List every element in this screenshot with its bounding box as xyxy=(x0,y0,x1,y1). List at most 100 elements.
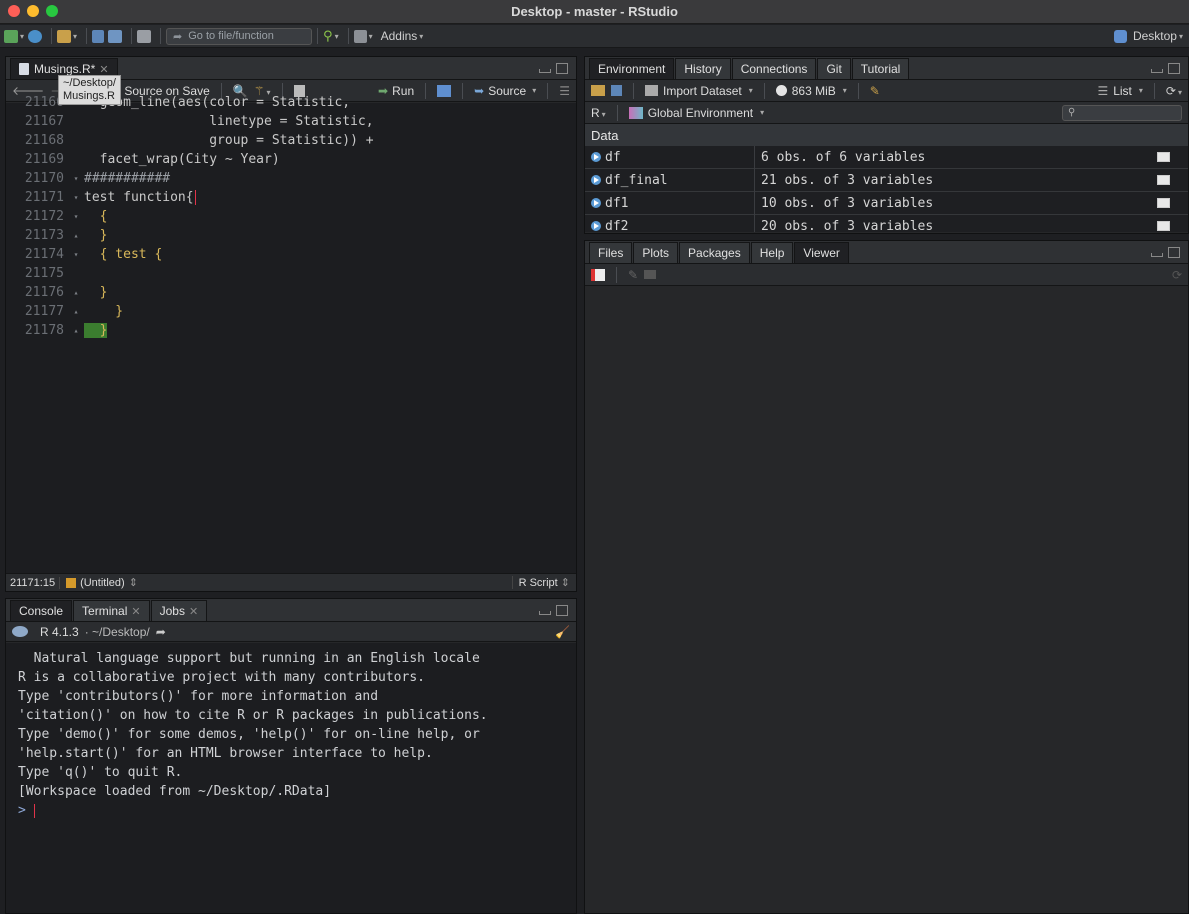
minimize-window-button[interactable] xyxy=(27,5,39,17)
view-table-icon[interactable] xyxy=(1157,152,1170,162)
close-window-button[interactable] xyxy=(8,5,20,17)
filetype-menu[interactable]: R Script ⇕ xyxy=(511,576,576,589)
clear-console-icon[interactable]: 🧹 xyxy=(555,625,570,639)
code-line: 21167 linetype = Statistic, xyxy=(24,114,374,129)
go-to-directory-icon[interactable]: ➦ xyxy=(156,625,166,639)
new-project-button[interactable] xyxy=(28,28,43,45)
search-icon: ⚲ xyxy=(1068,107,1076,118)
minimize-pane-icon[interactable] xyxy=(539,69,551,73)
pie-icon xyxy=(775,85,787,96)
console-line: Type 'q()' to quit R. xyxy=(18,765,183,780)
maximize-pane-icon[interactable] xyxy=(1168,63,1180,74)
expand-icon[interactable] xyxy=(591,152,601,162)
close-icon[interactable]: ✕ xyxy=(131,605,140,618)
new-file-button[interactable]: ▾ xyxy=(4,28,24,45)
console-toolbar: R 4.1.3 · ~/Desktop/ ➦ 🧹 xyxy=(6,622,576,642)
code-line: 21177 ▴ } xyxy=(24,304,124,319)
environment-table: df 6 obs. of 6 variables df_final 21 obs. … xyxy=(585,146,1188,232)
open-file-button[interactable]: ▾ xyxy=(57,28,77,45)
expand-icon[interactable] xyxy=(591,221,601,231)
print-icon[interactable] xyxy=(137,28,152,45)
text-cursor xyxy=(33,803,35,818)
code-line: 21169 facet_wrap(City ~ Year) xyxy=(24,152,280,167)
tab-jobs[interactable]: Jobs ✕ xyxy=(150,600,208,621)
tab-connections[interactable]: Connections xyxy=(731,58,817,79)
tab-environment[interactable]: Environment xyxy=(589,58,675,79)
import-dataset-button[interactable]: Import Dataset ▾ xyxy=(645,84,753,98)
code-line: 21175 xyxy=(24,266,64,281)
environment-menu[interactable]: Global Environment ▾ xyxy=(628,106,764,120)
save-all-icon[interactable] xyxy=(108,28,123,45)
maximize-pane-icon[interactable] xyxy=(556,63,568,74)
refresh-icon[interactable]: ⟳ ▾ xyxy=(1166,84,1182,98)
env-row[interactable]: df 6 obs. of 6 variables xyxy=(585,146,1188,169)
view-table-icon[interactable] xyxy=(1157,175,1170,185)
tab-tutorial[interactable]: Tutorial xyxy=(851,58,910,79)
refresh-icon[interactable]: ⟳ xyxy=(1172,268,1182,282)
pane-layout-icon[interactable]: ▾ xyxy=(353,28,373,45)
data-section-header: Data xyxy=(585,124,1188,146)
clear-viewer-icon[interactable]: ✎ xyxy=(628,268,638,282)
tab-viewer[interactable]: Viewer xyxy=(794,242,849,263)
environment-scope-bar: R ▾ Global Environment ▾ ⚲ xyxy=(585,102,1188,124)
tab-git[interactable]: Git xyxy=(817,58,851,79)
environment-pane: Environment History Connections Git Tuto… xyxy=(584,56,1189,234)
console-line: [Workspace loaded from ~/Desktop/.RData] xyxy=(18,784,332,799)
console-prompt[interactable]: > xyxy=(6,801,576,820)
memory-usage-button[interactable]: 863 MiB ▾ xyxy=(775,84,847,98)
maximize-pane-icon[interactable] xyxy=(556,605,568,616)
expand-icon[interactable] xyxy=(591,198,601,208)
viewer-content xyxy=(585,287,1188,913)
language-menu[interactable]: R ▾ xyxy=(591,106,606,120)
save-icon[interactable] xyxy=(92,28,105,45)
code-line: 21174 ▾ { test { xyxy=(24,247,163,262)
text-cursor xyxy=(194,190,196,205)
list-icon: ☰ xyxy=(1097,83,1109,98)
code-editor[interactable]: 21166 geom_line(aes(color = Statistic, 2… xyxy=(6,95,576,573)
goto-file-function-input[interactable]: ➦ Go to file/function xyxy=(166,27,313,45)
close-icon[interactable]: ✕ xyxy=(99,63,108,76)
save-workspace-icon[interactable] xyxy=(611,85,622,96)
scope-menu[interactable]: (Untitled) ⇕ xyxy=(60,576,144,589)
code-line: 21176 ▴ } xyxy=(24,285,108,300)
tab-plots[interactable]: Plots xyxy=(633,242,679,263)
viewer-toolbar: ✎ ⟳ xyxy=(585,264,1188,286)
tab-terminal[interactable]: Terminal ✕ xyxy=(73,600,150,621)
tab-tooltip: ~/Desktop/ Musings.R xyxy=(58,75,121,105)
viewer-pane: Files Plots Packages Help Viewer ✎ ⟳ xyxy=(584,240,1189,914)
tab-files[interactable]: Files xyxy=(589,242,633,263)
source-pane: Musings.R*✕ 🡐 🡒 Source on Save 🔍 ⚚▾ ➡Run… xyxy=(5,56,577,592)
env-row[interactable]: df1 10 obs. of 3 variables xyxy=(585,191,1188,215)
console-output[interactable]: Natural language support but running in … xyxy=(6,643,576,913)
zoom-window-button[interactable] xyxy=(46,5,58,17)
tab-help[interactable]: Help xyxy=(750,242,794,263)
load-workspace-icon[interactable] xyxy=(591,85,605,96)
env-row[interactable]: df_final 21 obs. of 3 variables xyxy=(585,168,1188,192)
broom-icon[interactable]: ✎ xyxy=(870,84,880,98)
maximize-pane-icon[interactable] xyxy=(1168,247,1180,258)
console-line: Type 'demo()' for some demos, 'help()' f… xyxy=(18,727,480,742)
code-line: 21173 ▴ } xyxy=(24,228,108,243)
addins-menu[interactable]: Addins ▾ xyxy=(381,28,424,45)
export-icon[interactable] xyxy=(644,270,657,279)
view-table-icon[interactable] xyxy=(1157,221,1170,231)
close-icon[interactable]: ✕ xyxy=(189,605,198,618)
code-line: 21168 group = Statistic)) + xyxy=(24,133,374,148)
view-table-icon[interactable] xyxy=(1157,198,1170,208)
remove-viewer-icon[interactable] xyxy=(591,268,605,281)
code-line: 21170 ▾ ########### xyxy=(24,171,171,186)
view-mode-menu[interactable]: ☰ List ▾ xyxy=(1097,84,1142,98)
git-icon[interactable]: ⚲ ▾ xyxy=(323,28,339,45)
window-title: Desktop - master - RStudio xyxy=(511,4,678,19)
minimize-pane-icon[interactable] xyxy=(1151,69,1163,73)
tab-console[interactable]: Console xyxy=(10,600,73,621)
environment-search-input[interactable]: ⚲ xyxy=(1062,104,1182,121)
project-menu[interactable]: Desktop ▾ xyxy=(1113,28,1183,45)
env-row[interactable]: df2 20 obs. of 3 variables xyxy=(585,214,1188,232)
tab-history[interactable]: History xyxy=(675,58,731,79)
tab-packages[interactable]: Packages xyxy=(679,242,750,263)
minimize-pane-icon[interactable] xyxy=(539,611,551,615)
expand-icon[interactable] xyxy=(591,175,601,185)
arrow-right-icon: ➦ xyxy=(173,30,183,43)
minimize-pane-icon[interactable] xyxy=(1151,253,1163,257)
